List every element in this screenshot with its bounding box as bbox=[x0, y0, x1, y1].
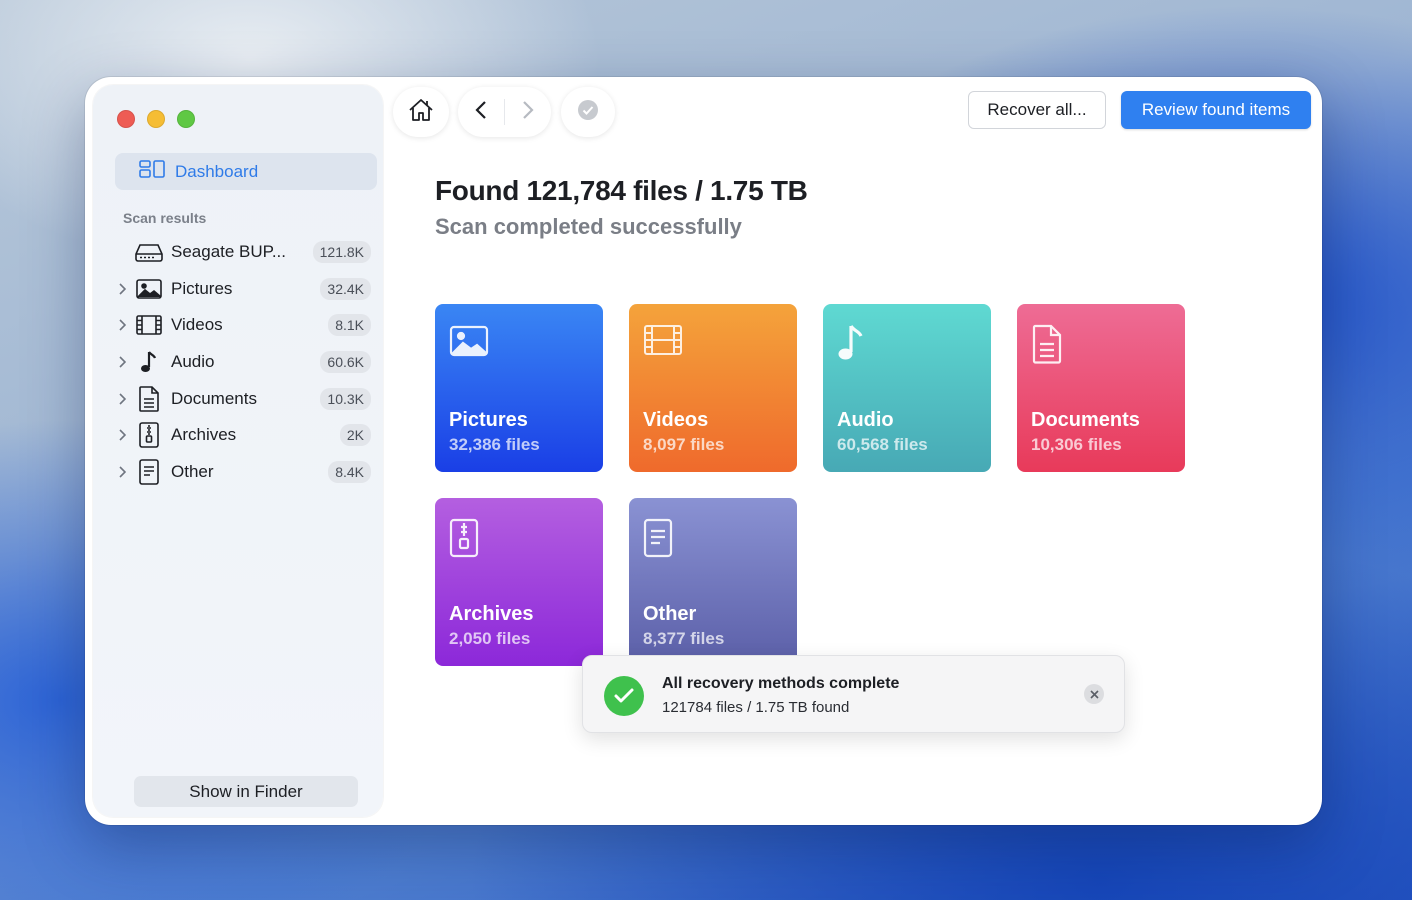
count-badge: 121.8K bbox=[312, 241, 371, 264]
sidebar-item-label: Archives bbox=[171, 425, 237, 445]
card-count: 2,050 files bbox=[449, 629, 531, 648]
back-button[interactable] bbox=[458, 87, 504, 137]
category-card-archives[interactable]: Archives 2,050 files bbox=[435, 498, 603, 666]
hard-drive-icon bbox=[135, 240, 163, 264]
page-title: Found 121,784 files / 1.75 TB bbox=[435, 175, 808, 206]
document-icon bbox=[135, 385, 163, 412]
category-card-audio[interactable]: Audio 60,568 files bbox=[823, 304, 991, 472]
archive-icon bbox=[449, 518, 489, 558]
scan-status-button[interactable] bbox=[561, 87, 615, 137]
chevron-right-icon[interactable] bbox=[115, 393, 129, 405]
chevron-left-icon bbox=[475, 100, 487, 125]
document-icon bbox=[1031, 324, 1071, 364]
close-window-button[interactable] bbox=[117, 110, 135, 128]
scan-results-heading: Scan results bbox=[123, 210, 207, 226]
count-badge: 8.1K bbox=[328, 314, 371, 337]
count-badge: 60.6K bbox=[320, 351, 371, 374]
sidebar-item-other[interactable]: Other 8.4K bbox=[111, 454, 373, 491]
sidebar-item-label: Seagate BUP... bbox=[171, 242, 286, 262]
sidebar-item-label: Videos bbox=[171, 315, 223, 335]
sidebar-item-label: Pictures bbox=[171, 278, 233, 298]
chevron-right-icon[interactable] bbox=[115, 283, 129, 295]
other-file-icon bbox=[643, 518, 683, 558]
chevron-right-icon[interactable] bbox=[115, 466, 129, 478]
sidebar-item-label: Documents bbox=[171, 388, 257, 408]
review-found-items-button[interactable]: Review found items bbox=[1121, 91, 1311, 129]
dashboard-icon bbox=[139, 160, 165, 183]
card-title: Videos bbox=[643, 409, 709, 431]
dashboard-label: Dashboard bbox=[175, 161, 259, 181]
card-count: 10,306 files bbox=[1031, 435, 1122, 454]
count-badge: 8.4K bbox=[328, 460, 371, 483]
picture-icon bbox=[449, 324, 489, 364]
count-badge: 32.4K bbox=[320, 277, 371, 300]
sidebar: Dashboard Scan results Seagate BUP... 12… bbox=[93, 85, 383, 817]
card-count: 60,568 files bbox=[837, 435, 928, 454]
card-count: 8,377 files bbox=[643, 629, 725, 648]
home-icon bbox=[408, 98, 434, 127]
window-controls bbox=[117, 110, 195, 128]
picture-icon bbox=[135, 277, 163, 301]
zoom-window-button[interactable] bbox=[177, 110, 195, 128]
minimize-window-button[interactable] bbox=[147, 110, 165, 128]
sidebar-item-videos[interactable]: Videos 8.1K bbox=[111, 307, 373, 344]
sidebar-item-documents[interactable]: Documents 10.3K bbox=[111, 380, 373, 417]
category-card-other[interactable]: Other 8,377 files bbox=[629, 498, 797, 666]
sidebar-item-label: Audio bbox=[171, 352, 215, 372]
category-card-documents[interactable]: Documents 10,306 files bbox=[1017, 304, 1185, 472]
card-title: Documents bbox=[1031, 409, 1140, 431]
category-card-pictures[interactable]: Pictures 32,386 files bbox=[435, 304, 603, 472]
archive-icon bbox=[135, 422, 163, 449]
other-file-icon bbox=[135, 459, 163, 485]
sidebar-item-label: Other bbox=[171, 461, 214, 481]
show-in-finder-button[interactable]: Show in Finder bbox=[134, 776, 358, 807]
sidebar-item-drive[interactable]: Seagate BUP... 121.8K bbox=[111, 234, 373, 271]
card-title: Archives bbox=[449, 603, 534, 625]
card-title: Other bbox=[643, 603, 697, 625]
count-badge: 10.3K bbox=[320, 387, 371, 410]
scan-results-list: Seagate BUP... 121.8K Pictures 32.4K Vid… bbox=[111, 234, 373, 490]
chevron-right-icon[interactable] bbox=[115, 429, 129, 441]
sidebar-item-pictures[interactable]: Pictures 32.4K bbox=[111, 271, 373, 308]
count-badge: 2K bbox=[339, 424, 371, 447]
close-toast-button[interactable] bbox=[1084, 684, 1104, 704]
home-button[interactable] bbox=[393, 87, 449, 137]
sidebar-item-archives[interactable]: Archives 2K bbox=[111, 417, 373, 454]
sidebar-item-dashboard[interactable]: Dashboard bbox=[115, 153, 377, 190]
film-icon bbox=[135, 313, 163, 337]
music-note-icon bbox=[135, 350, 163, 374]
recovery-complete-toast: All recovery methods complete 121784 fil… bbox=[582, 655, 1125, 733]
card-title: Pictures bbox=[449, 409, 528, 431]
forward-button[interactable] bbox=[505, 87, 551, 137]
chevron-right-icon[interactable] bbox=[115, 356, 129, 368]
film-icon bbox=[643, 324, 683, 364]
chevron-right-icon[interactable] bbox=[115, 319, 129, 332]
card-count: 32,386 files bbox=[449, 435, 540, 454]
checkmark-circle-icon bbox=[577, 99, 599, 126]
toast-title: All recovery methods complete bbox=[662, 675, 900, 692]
card-title: Audio bbox=[837, 409, 894, 431]
scan-status-text: Scan completed successfully bbox=[435, 214, 742, 239]
navigation-buttons bbox=[458, 87, 551, 137]
app-window: Dashboard Scan results Seagate BUP... 12… bbox=[85, 77, 1322, 825]
chevron-right-icon bbox=[522, 100, 534, 125]
category-card-videos[interactable]: Videos 8,097 files bbox=[629, 304, 797, 472]
toast-message: 121784 files / 1.75 TB found bbox=[662, 699, 850, 716]
recover-all-button[interactable]: Recover all... bbox=[968, 91, 1106, 129]
sidebar-item-audio[interactable]: Audio 60.6K bbox=[111, 344, 373, 381]
card-count: 8,097 files bbox=[643, 435, 725, 454]
music-note-icon bbox=[837, 324, 877, 364]
success-checkmark-icon bbox=[604, 676, 644, 716]
